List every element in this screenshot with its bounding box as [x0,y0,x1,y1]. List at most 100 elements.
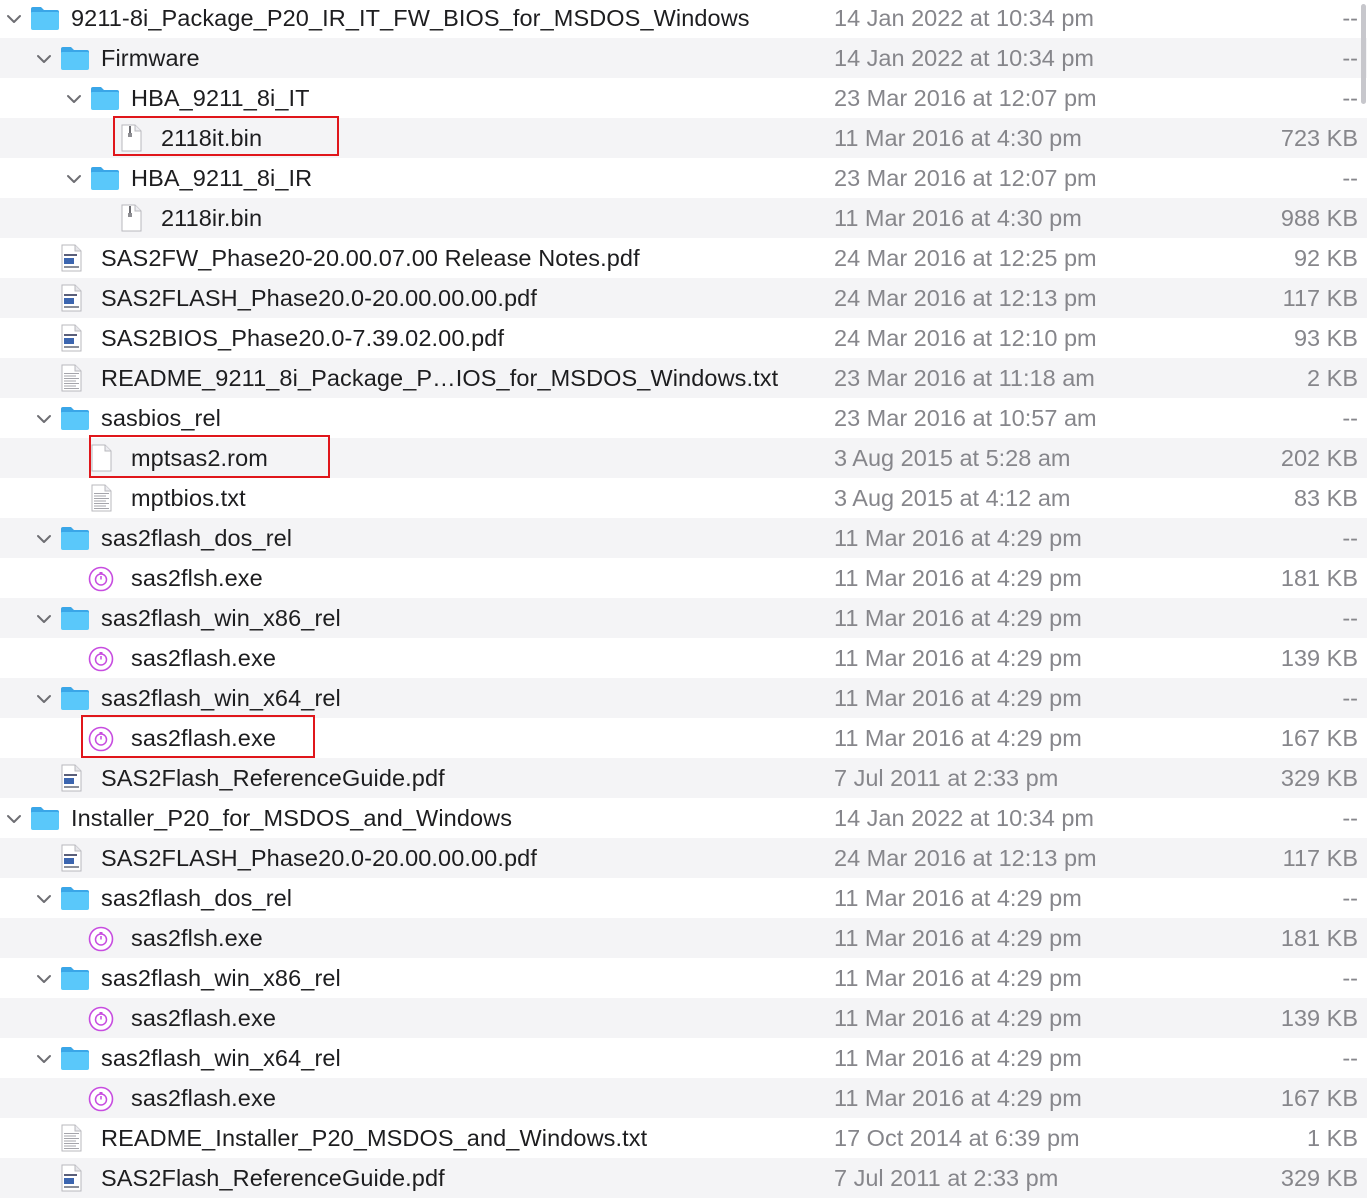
date-modified: 3 Aug 2015 at 5:28 am [834,445,1071,471]
file-size: -- [1342,605,1358,631]
item-name: mptsas2.rom [131,445,268,471]
folder-icon [60,44,90,72]
file-row[interactable]: sas2flash.exe 11 Mar 2016 at 4:29 pm 139 K… [0,998,1367,1038]
file-size: 1 KB [1307,1125,1358,1151]
file-row[interactable]: SAS2FLASH_Phase20.0-20.00.00.00.pdf 24 Ma… [0,278,1367,318]
file-row[interactable]: SAS2Flash_ReferenceGuide.pdf 7 Jul 2011 a… [0,1158,1367,1198]
disclosure-chevron-icon[interactable] [4,8,24,28]
folder-row[interactable]: Firmware 14 Jan 2022 at 10:34 pm -- [0,38,1367,78]
date-modified: 11 Mar 2016 at 4:29 pm [834,925,1082,951]
date-modified: 11 Mar 2016 at 4:29 pm [834,565,1082,591]
date-modified: 11 Mar 2016 at 4:30 pm [834,125,1082,151]
file-size: 181 KB [1280,925,1358,951]
file-row[interactable]: mptsas2.rom 3 Aug 2015 at 5:28 am 202 KB [0,435,1367,478]
item-name: README_9211_8i_Package_P…IOS_for_MSDOS_W… [101,365,779,391]
pdf-file-icon [56,1164,86,1192]
file-size: 329 KB [1280,1165,1358,1191]
file-row[interactable]: SAS2FW_Phase20-20.00.07.00 Release Notes… [0,238,1367,278]
folder-row[interactable]: HBA_9211_8i_IR 23 Mar 2016 at 12:07 pm -- [0,158,1367,198]
file-row[interactable]: 2118it.bin 11 Mar 2016 at 4:30 pm 723 KB [0,116,1367,158]
pdf-file-icon [56,324,86,352]
folder-row[interactable]: sas2flash_dos_rel 11 Mar 2016 at 4:29 pm -… [0,878,1367,918]
item-name: sas2flash_dos_rel [101,525,293,551]
file-row[interactable]: 2118ir.bin 11 Mar 2016 at 4:30 pm 988 KB [0,198,1367,238]
folder-row[interactable]: sas2flash_win_x86_rel 11 Mar 2016 at 4:29… [0,598,1367,638]
file-row[interactable]: sas2flash.exe 11 Mar 2016 at 4:29 pm 167 K… [0,715,1367,758]
disclosure-chevron-icon[interactable] [34,608,54,628]
file-size: -- [1342,5,1358,31]
executable-file-icon [86,724,116,752]
disclosure-chevron-icon[interactable] [4,808,24,828]
vertical-scrollbar[interactable] [1359,0,1367,1197]
folder-row[interactable]: Installer_P20_for_MSDOS_and_Windows 14 Ja… [0,798,1367,838]
date-modified: 17 Oct 2014 at 6:39 pm [834,1125,1080,1151]
disclosure-chevron-icon[interactable] [34,48,54,68]
file-row[interactable]: sas2flash.exe 11 Mar 2016 at 4:29 pm 167 K… [0,1078,1367,1118]
file-row[interactable]: mptbios.txt 3 Aug 2015 at 4:12 am 83 KB [0,478,1367,518]
executable-file-icon [86,564,116,592]
file-row[interactable]: SAS2FLASH_Phase20.0-20.00.00.00.pdf 24 Ma… [0,838,1367,878]
file-size: -- [1342,1045,1358,1071]
disclosure-chevron-icon[interactable] [34,888,54,908]
file-row[interactable]: SAS2BIOS_Phase20.0-7.39.02.00.pdf 24 Mar … [0,318,1367,358]
date-modified: 3 Aug 2015 at 4:12 am [834,485,1071,511]
file-size: -- [1342,85,1358,111]
file-row[interactable]: sas2flsh.exe 11 Mar 2016 at 4:29 pm 181 KB [0,558,1367,598]
folder-icon [60,884,90,912]
file-size: 2 KB [1307,365,1358,391]
date-modified: 24 Mar 2016 at 12:25 pm [834,245,1097,271]
date-modified: 11 Mar 2016 at 4:29 pm [834,685,1082,711]
file-row[interactable]: README_9211_8i_Package_P…IOS_for_MSDOS_W… [0,358,1367,398]
executable-file-icon [86,644,116,672]
disclosure-chevron-icon[interactable] [34,968,54,988]
file-size: 93 KB [1293,325,1358,351]
folder-row[interactable]: sas2flash_dos_rel 11 Mar 2016 at 4:29 pm -… [0,518,1367,558]
date-modified: 24 Mar 2016 at 12:13 pm [834,285,1097,311]
pdf-file-icon [56,244,86,272]
date-modified: 7 Jul 2011 at 2:33 pm [834,1165,1059,1191]
folder-row[interactable]: sas2flash_win_x86_rel 11 Mar 2016 at 4:29… [0,958,1367,998]
file-size: -- [1342,965,1358,991]
item-name: sas2flsh.exe [131,565,263,591]
folder-icon [60,684,90,712]
folder-row[interactable]: sas2flash_win_x64_rel 11 Mar 2016 at 4:29… [0,1038,1367,1078]
file-size: 181 KB [1280,565,1358,591]
scrollbar-thumb[interactable] [1361,4,1366,104]
item-name: SAS2FLASH_Phase20.0-20.00.00.00.pdf [101,845,537,871]
date-modified: 24 Mar 2016 at 12:10 pm [834,325,1097,351]
disclosure-chevron-icon[interactable] [34,408,54,428]
folder-icon [60,604,90,632]
folder-row[interactable]: 9211-8i_Package_P20_IR_IT_FW_BIOS_for_MS… [0,0,1367,38]
blank-file-icon [86,444,116,472]
file-row[interactable]: SAS2Flash_ReferenceGuide.pdf 7 Jul 2011 a… [0,758,1367,798]
item-name: HBA_9211_8i_IR [131,165,313,191]
item-name: sas2flsh.exe [131,925,263,951]
file-row[interactable]: README_Installer_P20_MSDOS_and_Windows.t… [0,1118,1367,1158]
disclosure-chevron-icon[interactable] [64,168,84,188]
item-name: sas2flash_win_x64_rel [101,1045,341,1071]
disclosure-chevron-icon[interactable] [64,88,84,108]
folder-row[interactable]: HBA_9211_8i_IT 23 Mar 2016 at 12:07 pm -- [0,78,1367,118]
date-modified: 11 Mar 2016 at 4:29 pm [834,605,1082,631]
folder-row[interactable]: sas2flash_win_x64_rel 11 Mar 2016 at 4:29… [0,678,1367,718]
file-size: 167 KB [1280,725,1358,751]
disclosure-chevron-icon[interactable] [34,688,54,708]
file-size: -- [1342,165,1358,191]
file-row[interactable]: sas2flsh.exe 11 Mar 2016 at 4:29 pm 181 KB [0,918,1367,958]
file-size: 202 KB [1280,445,1358,471]
date-modified: 11 Mar 2016 at 4:29 pm [834,965,1082,991]
folder-icon [30,4,60,32]
item-name: sas2flash_win_x86_rel [101,965,341,991]
disclosure-chevron-icon[interactable] [34,1048,54,1068]
executable-file-icon [86,924,116,952]
folder-row[interactable]: sasbios_rel 23 Mar 2016 at 10:57 am -- [0,398,1367,438]
disclosure-chevron-icon[interactable] [34,528,54,548]
item-name: mptbios.txt [131,485,246,511]
file-size: 139 KB [1280,1005,1358,1031]
file-size: 117 KB [1282,285,1358,311]
item-name: sas2flash.exe [131,725,276,751]
file-row[interactable]: sas2flash.exe 11 Mar 2016 at 4:29 pm 139 K… [0,638,1367,678]
file-size: -- [1342,805,1358,831]
file-size: -- [1342,885,1358,911]
file-size: 167 KB [1280,1085,1358,1111]
